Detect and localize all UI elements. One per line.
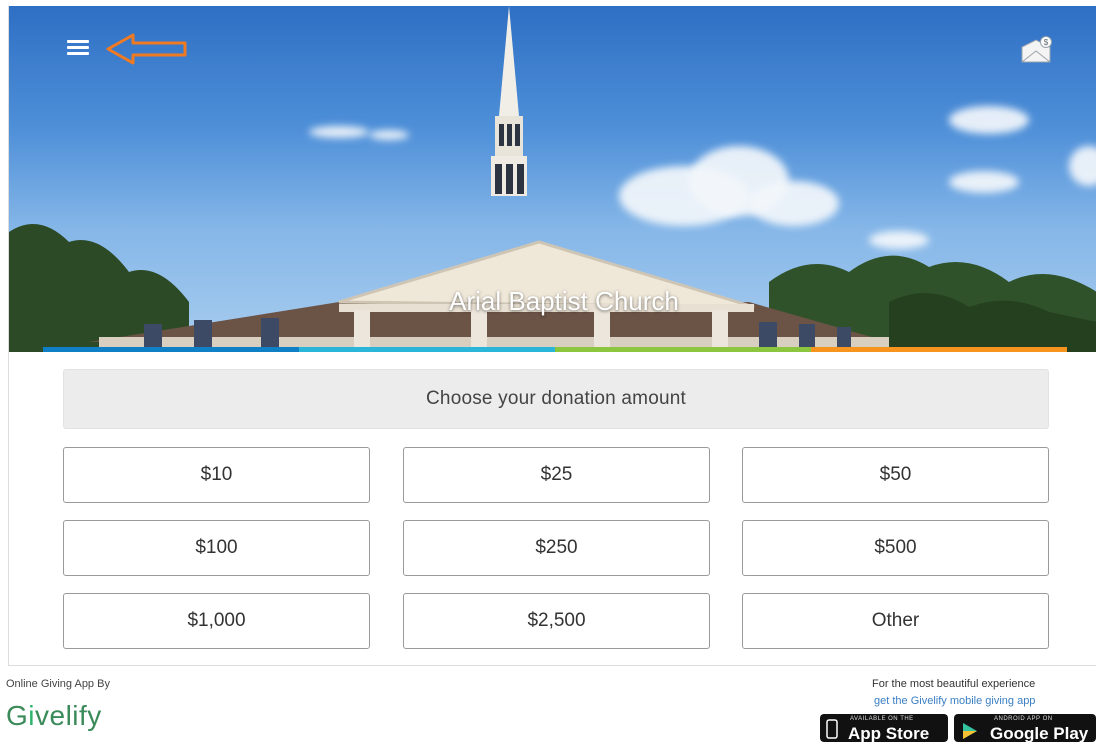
svg-text:$: $: [1044, 38, 1049, 47]
app-store-label: App Store: [848, 724, 930, 742]
online-giving-by-label: Online Giving App By: [6, 678, 110, 690]
hamburger-menu-icon[interactable]: [67, 40, 89, 56]
arrow-left-icon: [106, 33, 187, 65]
google-play-small-text: ANDROID APP ON: [994, 716, 1053, 722]
envelope-dollar-icon[interactable]: $: [1019, 36, 1055, 64]
amount-button-100[interactable]: $100: [63, 520, 370, 576]
giving-page: $ Arial Baptist Church Choose your donat…: [8, 6, 1096, 666]
amount-button-25[interactable]: $25: [403, 447, 710, 503]
amount-button-other[interactable]: Other: [742, 593, 1049, 649]
donation-amount-heading: Choose your donation amount: [63, 369, 1049, 429]
promo-text: For the most beautiful experience: [872, 678, 1036, 690]
amount-button-50[interactable]: $50: [742, 447, 1049, 503]
play-store-icon: [963, 723, 977, 739]
google-play-badge[interactable]: ANDROID APP ON Google Play: [954, 714, 1096, 742]
app-store-badge[interactable]: AVAILABLE ON THE App Store: [820, 714, 948, 742]
givelify-logo[interactable]: Givelify: [6, 700, 102, 732]
steeple-illustration: [491, 6, 527, 196]
phone-icon: [826, 719, 838, 739]
church-hero-image: $ Arial Baptist Church: [9, 6, 1096, 352]
accent-color-bar: [43, 347, 1067, 352]
google-play-label: Google Play: [990, 724, 1089, 742]
amount-button-10[interactable]: $10: [63, 447, 370, 503]
amount-button-1000[interactable]: $1,000: [63, 593, 370, 649]
church-name: Arial Baptist Church: [449, 286, 679, 316]
amount-button-500[interactable]: $500: [742, 520, 1049, 576]
app-store-small-text: AVAILABLE ON THE: [850, 716, 914, 722]
amount-button-250[interactable]: $250: [403, 520, 710, 576]
church-building-illustration: [9, 224, 1096, 352]
get-app-link[interactable]: get the Givelify mobile giving app: [874, 695, 1096, 707]
amount-button-2500[interactable]: $2,500: [403, 593, 710, 649]
